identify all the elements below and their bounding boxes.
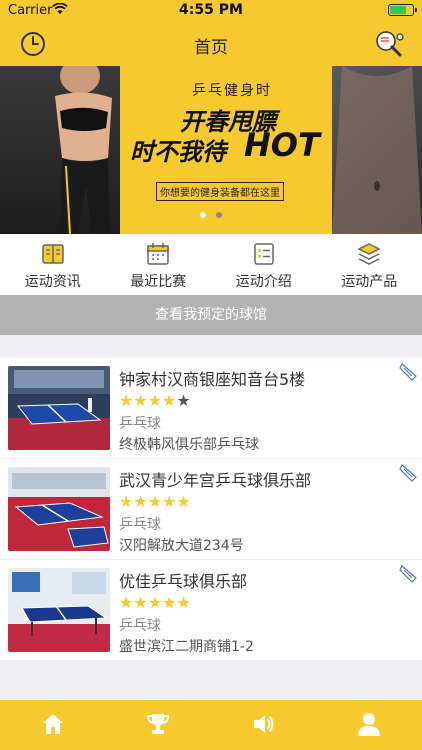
tab-announcements[interactable]: [211, 700, 317, 750]
venue-address: 汉阳解放大道234号: [119, 538, 244, 554]
venue-card[interactable]: 武汉青少年宫乒乓球俱乐部 ★★★★★ 乒乓球 汉阳解放大道234号: [0, 459, 422, 560]
venue-sport-type: 乒乓球: [119, 416, 161, 432]
ping-pong-paddle-icon[interactable]: [374, 29, 408, 59]
venue-card[interactable]: 钟家村汉商银座知音台5楼 ★★★★★ 乒乓球 终极韩风俱乐部乒乓球: [0, 358, 422, 459]
home-icon: [42, 714, 63, 734]
calendar-icon: [147, 243, 169, 265]
promo-banner[interactable]: 乒乓健身时 开春甩膘 时不我待 HOT 你想要的健身装备都在这里: [0, 66, 422, 234]
star-filled-icon: ★: [119, 492, 134, 511]
tab-bar: [0, 700, 422, 750]
view-booked-venues-button[interactable]: 查看我预定的球馆: [0, 295, 422, 335]
venue-name: 优佳乒乓球俱乐部: [119, 572, 248, 591]
star-filled-icon: ★: [147, 593, 163, 612]
venue-photo: [8, 467, 110, 551]
trophy-icon: [147, 714, 170, 734]
list-doc-icon: [254, 243, 274, 265]
banner-hot-text: HOT: [244, 126, 320, 164]
tab-trophy[interactable]: [106, 700, 212, 750]
new-tag-icon: [399, 464, 417, 482]
star-filled-icon: ★: [133, 593, 148, 612]
venue-photo: [8, 366, 110, 450]
venue-card[interactable]: 优佳乒乓球俱乐部 ★★★★★ 乒乓球 盛世滨江二期商铺1-2: [0, 560, 422, 661]
clock-time: 4:55 PM: [179, 2, 243, 18]
star-filled-icon: ★: [133, 492, 148, 511]
rating-stars: ★★★★★: [119, 492, 191, 511]
battery-level: [390, 6, 406, 14]
layers-icon: [357, 243, 381, 265]
star-filled-icon: ★: [162, 593, 177, 612]
venue-sport-type: 乒乓球: [119, 618, 161, 634]
venue-name: 武汉青少年宫乒乓球俱乐部: [119, 471, 312, 490]
star-filled-icon: ★: [147, 391, 163, 410]
category-label: 运动资讯: [24, 274, 81, 290]
new-tag-icon: [399, 565, 417, 583]
category-products[interactable]: 运动产品: [317, 234, 422, 295]
category-matches[interactable]: 最近比赛: [106, 234, 212, 295]
page-title: 首页: [194, 38, 228, 58]
battery-icon: [388, 4, 417, 16]
speaker-icon: [253, 715, 274, 733]
category-intro[interactable]: 运动介绍: [211, 234, 317, 295]
venue-list: 钟家村汉商银座知音台5楼 ★★★★★ 乒乓球 终极韩风俱乐部乒乓球 武汉青少年宫…: [0, 358, 422, 661]
carousel-dot-2[interactable]: [216, 212, 222, 218]
category-label: 运动介绍: [235, 274, 292, 290]
category-label: 最近比赛: [130, 274, 187, 290]
tab-profile[interactable]: [317, 700, 422, 750]
nav-bar: 首页: [0, 22, 422, 66]
star-filled-icon: ★: [176, 593, 191, 612]
new-tag-icon: [399, 363, 417, 381]
star-filled-icon: ★: [133, 391, 148, 410]
star-filled-icon: ★: [176, 492, 191, 511]
venue-address: 终极韩风俱乐部乒乓球: [119, 437, 259, 453]
category-label: 运动产品: [341, 274, 398, 290]
rating-stars: ★★★★★: [119, 593, 191, 612]
rating-stars: ★★★★★: [119, 391, 191, 410]
banner-headline-2: 时不我待: [130, 138, 226, 166]
venue-name: 钟家村汉商银座知音台5楼: [119, 370, 306, 389]
user-icon: [358, 713, 381, 736]
venue-photo: [8, 568, 110, 652]
tab-home[interactable]: [0, 700, 106, 750]
category-news[interactable]: 运动资讯: [0, 234, 106, 295]
star-filled-icon: ★: [147, 492, 163, 511]
star-filled-icon: ★: [162, 391, 177, 410]
star-empty-icon: ★: [176, 391, 191, 410]
book-icon: [42, 244, 64, 264]
carousel-dot-1[interactable]: [200, 212, 206, 218]
star-filled-icon: ★: [119, 391, 134, 410]
star-filled-icon: ★: [162, 492, 177, 511]
status-bar: Carrier 4:55 PM: [0, 0, 422, 22]
venue-sport-type: 乒乓球: [119, 517, 161, 533]
star-filled-icon: ★: [119, 593, 134, 612]
venue-address: 盛世滨江二期商铺1-2: [119, 639, 254, 655]
carousel-dots: [0, 203, 422, 222]
banner-tagline: 你想要的健身装备都在这里: [156, 182, 284, 201]
category-bar: 运动资讯 最近比赛 运动介绍 运动产品: [0, 234, 422, 295]
banner-subtitle: 乒乓健身时: [192, 83, 272, 99]
